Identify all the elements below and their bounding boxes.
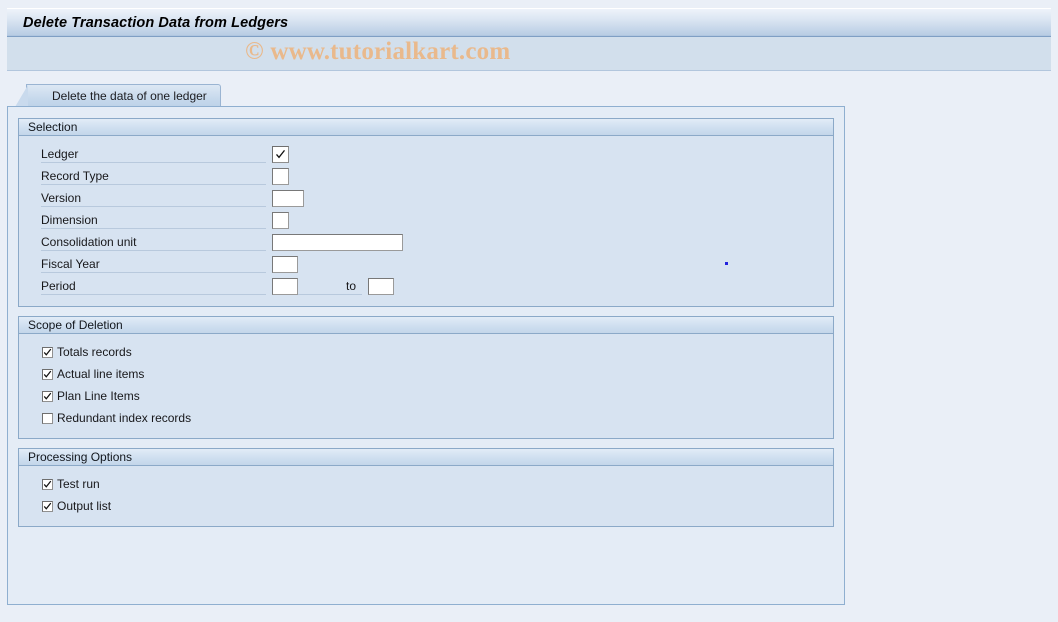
check-icon [276,149,286,158]
checkbox-plan-line-items[interactable] [42,390,53,402]
checkbox-label-test-run: Test run [57,477,100,491]
check-icon [43,502,52,510]
checkbox-row-test-run[interactable]: Test run [19,473,833,495]
panel-scope-header: Scope of Deletion [19,317,833,334]
period-to-input[interactable] [368,277,394,295]
tab-strip: Delete the data of one ledger [7,84,1051,107]
check-icon [43,370,52,378]
label-version: Version [41,189,266,207]
cursor-artifact [725,262,728,265]
form-row-consolidation-unit: Consolidation unit [19,231,833,253]
form-row-period: Period to [19,275,833,297]
label-dimension: Dimension [41,211,266,229]
tab-label: Delete the data of one ledger [52,89,207,103]
checkbox-row-redundant-index-records[interactable]: Redundant index records [19,407,833,429]
form-row-version: Version [19,187,833,209]
form-row-dimension: Dimension [19,209,833,231]
checkbox-test-run[interactable] [42,478,53,490]
panel-selection: Selection Ledger Record Type Version Dim… [18,118,834,307]
label-consolidation-unit: Consolidation unit [41,233,266,251]
panel-scope-of-deletion: Scope of Deletion Totals records Actual … [18,316,834,439]
subtitle-strip: © www.tutorialkart.com [7,37,1051,71]
panel-selection-title: Selection [28,120,78,134]
label-record-type: Record Type [41,167,266,185]
tab-content-panel: Selection Ledger Record Type Version Dim… [7,106,845,605]
checkbox-row-totals-records[interactable]: Totals records [19,341,833,363]
check-icon [43,392,52,400]
form-row-ledger: Ledger [19,143,833,165]
panel-processing-title: Processing Options [28,450,133,464]
tab-delete-the-data-of-one-ledger[interactable]: Delete the data of one ledger [15,84,221,107]
form-row-record-type: Record Type [19,165,833,187]
label-period: Period [41,277,266,295]
panel-processing-options: Processing Options Test run Output list [18,448,834,527]
checkbox-label-actual-line-items: Actual line items [57,367,145,381]
record-type-input[interactable] [272,167,289,185]
checkbox-label-plan-line-items: Plan Line Items [57,389,140,403]
form-row-fiscal-year: Fiscal Year [19,253,833,275]
checkbox-label-redundant-index-records: Redundant index records [57,411,192,425]
checkbox-row-plan-line-items[interactable]: Plan Line Items [19,385,833,407]
checkbox-row-actual-line-items[interactable]: Actual line items [19,363,833,385]
checkbox-redundant-index-records[interactable] [42,412,53,424]
window-header: Delete Transaction Data from Ledgers © w… [7,8,1051,72]
checkbox-totals-records[interactable] [42,346,53,358]
panel-selection-header: Selection [19,119,833,136]
fiscal-year-input[interactable] [272,255,298,273]
label-fiscal-year: Fiscal Year [41,255,266,273]
checkbox-row-output-list[interactable]: Output list [19,495,833,517]
page-title: Delete Transaction Data from Ledgers [23,14,289,31]
version-input[interactable] [272,189,304,207]
panel-processing-body: Test run Output list [19,466,833,526]
checkbox-label-output-list: Output list [57,499,112,513]
label-period-to: to [298,277,362,295]
consolidation-unit-input[interactable] [272,233,403,251]
ledger-checkbox-field[interactable] [272,145,289,163]
panel-processing-header: Processing Options [19,449,833,466]
title-bar: Delete Transaction Data from Ledgers [7,8,1051,37]
checkbox-label-totals-records: Totals records [57,345,132,359]
label-ledger: Ledger [41,145,266,163]
dimension-input[interactable] [272,211,289,229]
check-icon [43,480,52,488]
period-from-input[interactable] [272,277,298,295]
panel-scope-title: Scope of Deletion [28,318,123,332]
check-icon [43,348,52,356]
watermark-text: © www.tutorialkart.com [245,38,511,65]
panel-selection-body: Ledger Record Type Version Dimension Con… [19,136,833,306]
checkbox-output-list[interactable] [42,500,53,512]
panel-scope-body: Totals records Actual line items Plan Li… [19,334,833,438]
checkbox-actual-line-items[interactable] [42,368,53,380]
